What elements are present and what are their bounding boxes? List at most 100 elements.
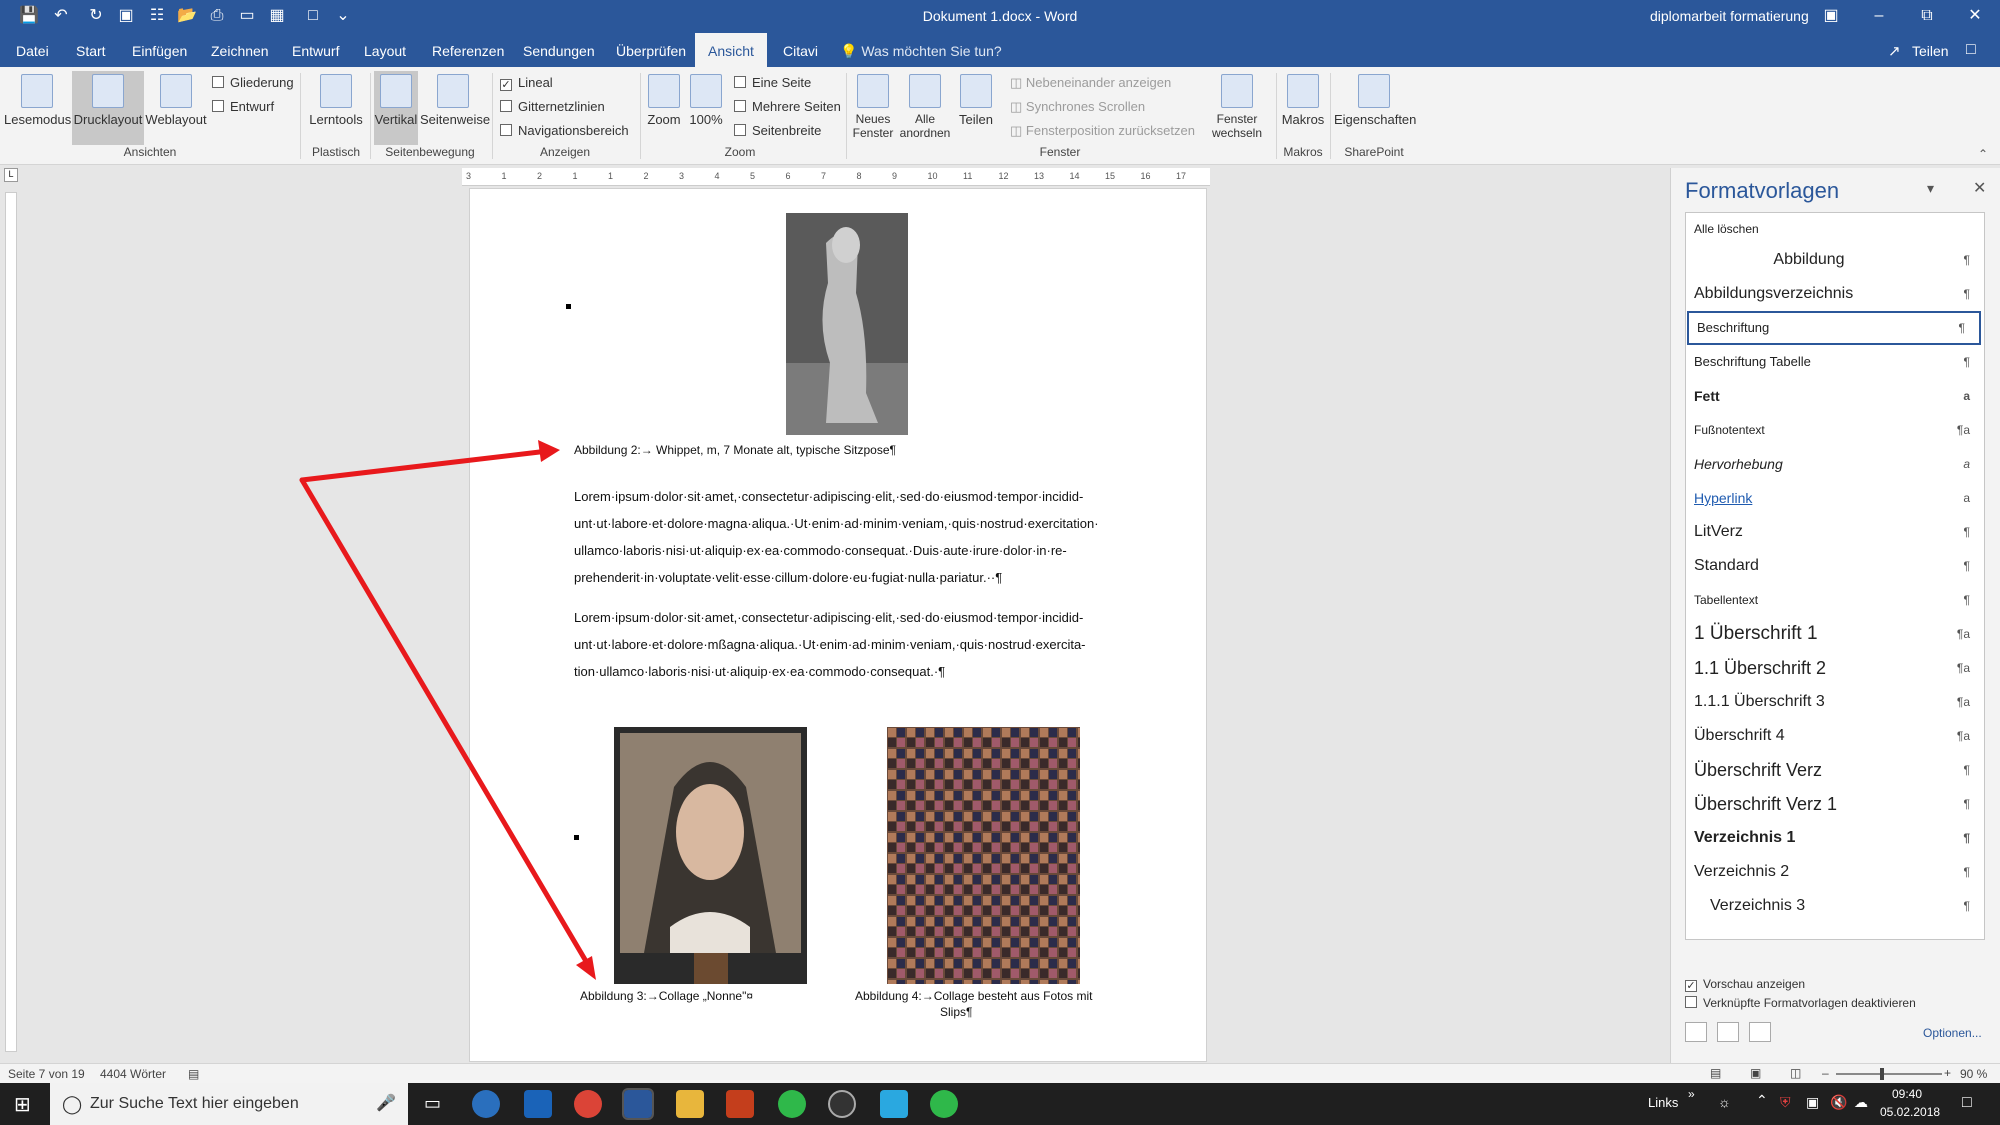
style-item[interactable]: Hervorhebung a xyxy=(1686,447,1984,481)
vertical-ruler[interactable] xyxy=(0,168,20,1065)
lerntools-button[interactable]: Lerntools xyxy=(306,71,366,145)
tab-referenzen[interactable]: Referenzen xyxy=(426,33,510,67)
ribbon-display-icon[interactable]: ▣ xyxy=(1816,4,1846,28)
style-item[interactable]: Hyperlink a xyxy=(1686,481,1984,515)
style-item[interactable]: Fett a xyxy=(1686,379,1984,413)
paragraph-line[interactable]: ullamco·laboris·nisi·ut·aliquip·ex·ea·co… xyxy=(574,543,1067,558)
eigenschaften-button[interactable]: Eigenschaften xyxy=(1334,71,1416,145)
word-count[interactable]: 4404 Wörter xyxy=(100,1067,166,1081)
share-icon[interactable]: ↗ xyxy=(1888,42,1901,60)
fensterposition-button[interactable]: ◫ Fensterposition zurücksetzen xyxy=(1010,121,1195,141)
teilen-button[interactable]: Teilen xyxy=(954,71,998,145)
new-style-icon[interactable] xyxy=(1685,1022,1707,1042)
tab-einfuegen[interactable]: Einfügen xyxy=(126,33,193,67)
volume-icon[interactable]: 🔇 xyxy=(1830,1094,1847,1111)
weblayout-button[interactable]: Weblayout xyxy=(144,71,208,145)
v-app-icon[interactable] xyxy=(880,1090,908,1118)
whatsapp-icon[interactable] xyxy=(778,1090,806,1118)
verknuepft-checkbox[interactable]: Verknüpfte Formatvorlagen deaktivieren xyxy=(1685,993,1916,1013)
paragraph-line[interactable]: Lorem·ipsum·dolor·sit·amet,·consectetur·… xyxy=(574,610,1083,625)
caption-abbildung-4-line-1[interactable]: Abbildung 4:→Collage besteht aus Fotos m… xyxy=(855,989,1092,1003)
caption-abbildung-2[interactable]: Abbildung 2:→ Whippet, m, 7 Monate alt, … xyxy=(574,443,896,457)
seitenbreite-button[interactable]: Seitenbreite xyxy=(734,121,821,141)
tab-datei[interactable]: Datei xyxy=(10,33,55,67)
caption-abbildung-3[interactable]: Abbildung 3:→Collage „Nonne"¤ xyxy=(580,989,753,1003)
style-item[interactable]: Verzeichnis 3 ¶ xyxy=(1686,889,1984,923)
task-view-icon[interactable]: ▭ xyxy=(424,1093,441,1114)
pane-close-icon[interactable]: ✕ xyxy=(1973,178,1986,198)
chrome-icon[interactable] xyxy=(574,1090,602,1118)
style-item[interactable]: Abbildungsverzeichnis ¶ xyxy=(1686,277,1984,311)
zoom-button[interactable]: Zoom xyxy=(644,71,684,145)
style-item[interactable]: Verzeichnis 1 ¶ xyxy=(1686,821,1984,855)
style-item[interactable]: Standard ¶ xyxy=(1686,549,1984,583)
clear-all-item[interactable]: Alle löschen xyxy=(1686,215,1984,243)
paragraph-line[interactable]: tion·ullamco·laboris·nisi·ut·aliquip·ex·… xyxy=(574,664,945,679)
document-page[interactable]: Abbildung 2:→ Whippet, m, 7 Monate alt, … xyxy=(469,188,1207,1062)
gitternetzlinien-checkbox[interactable]: Gitternetzlinien xyxy=(500,97,605,117)
tab-zeichnen[interactable]: Zeichnen xyxy=(205,33,275,67)
onedrive-icon[interactable]: ☁ xyxy=(1854,1094,1868,1111)
network-icon[interactable]: ▣ xyxy=(1806,1094,1819,1111)
whatsapp-icon[interactable] xyxy=(930,1090,958,1118)
tab-entwurf[interactable]: Entwurf xyxy=(286,33,345,67)
eine-seite-button[interactable]: Eine Seite xyxy=(734,73,811,93)
seitenweise-button[interactable]: Seitenweise xyxy=(420,71,490,145)
paragraph-line[interactable]: prehenderit·in·voluptate·velit·esse·cill… xyxy=(574,570,1002,585)
zoom-slider[interactable] xyxy=(1836,1073,1942,1075)
style-item[interactable]: 1.1 Überschrift 2 ¶a xyxy=(1686,651,1984,685)
zoom-in-icon[interactable]: + xyxy=(1944,1066,1951,1080)
horizontal-ruler[interactable]: 3 1 2 1 1 2 3 4 5 6 7 8 9 10 11 12 13 14 15 16 17 xyxy=(462,168,1210,186)
nebeneinander-button[interactable]: ◫ Nebeneinander anzeigen xyxy=(1010,73,1171,93)
caption-abbildung-4-line-2[interactable]: Slips¶ xyxy=(940,1005,972,1019)
lineal-checkbox[interactable]: ✓ Lineal xyxy=(500,73,553,93)
word-icon[interactable] xyxy=(622,1088,654,1120)
windows-start-icon[interactable]: ⊞ xyxy=(14,1092,31,1117)
print-layout-view-icon[interactable]: ▣ xyxy=(1750,1066,1761,1080)
makros-button[interactable]: Makros xyxy=(1280,71,1326,145)
chevron-icon[interactable]: » xyxy=(1688,1087,1695,1101)
zoom-100-button[interactable]: 100% xyxy=(686,71,726,145)
tab-stop-selector[interactable]: L xyxy=(4,168,18,182)
style-item[interactable]: Abbildung ¶ xyxy=(1686,243,1984,277)
comments-icon[interactable]: □ xyxy=(1966,41,1976,59)
clock-time[interactable]: 09:40 xyxy=(1892,1087,1922,1101)
tab-ansicht[interactable]: Ansicht xyxy=(695,33,767,67)
vertikal-button[interactable]: Vertikal xyxy=(374,71,418,145)
style-item-selected[interactable]: Beschriftung ¶ xyxy=(1687,311,1981,345)
pane-options-icon[interactable]: ▾ xyxy=(1927,180,1934,197)
manage-styles-icon[interactable] xyxy=(1749,1022,1771,1042)
style-item[interactable]: Tabellentext ¶ xyxy=(1686,583,1984,617)
skype-icon[interactable] xyxy=(472,1090,500,1118)
restore-button[interactable]: ⧉ xyxy=(1912,4,1942,28)
taskbar-search[interactable]: ◯ Zur Suche Text hier eingeben 🎤 xyxy=(50,1083,408,1125)
style-item[interactable]: Überschrift Verz 1 ¶ xyxy=(1686,787,1984,821)
paragraph-line[interactable]: unt·ut·labore·et·dolore·magna·aliqua.·Ut… xyxy=(574,516,1099,531)
fenster-wechseln-button[interactable]: Fenster wechseln xyxy=(1202,71,1272,145)
style-item[interactable]: 1.1.1 Überschrift 3 ¶a xyxy=(1686,685,1984,719)
minimize-button[interactable]: – xyxy=(1864,4,1894,28)
vorschau-checkbox[interactable]: ✓ Vorschau anzeigen xyxy=(1685,974,1805,994)
drucklayout-button[interactable]: Drucklayout xyxy=(72,71,144,145)
close-button[interactable]: ✕ xyxy=(1960,4,1990,28)
style-item[interactable]: 1 Überschrift 1 ¶a xyxy=(1686,617,1984,651)
read-mode-view-icon[interactable]: ▤ xyxy=(1710,1066,1721,1080)
mehrere-seiten-button[interactable]: Mehrere Seiten xyxy=(734,97,841,117)
zoom-level[interactable]: 90 % xyxy=(1960,1067,1987,1081)
gliederung-button[interactable]: Gliederung xyxy=(212,73,294,93)
style-item[interactable]: Überschrift 4 ¶a xyxy=(1686,719,1984,753)
notifications-icon[interactable]: □ xyxy=(1962,1094,1972,1112)
zoom-out-icon[interactable]: – xyxy=(1822,1066,1829,1080)
tell-me-box[interactable]: 💡 Was möchten Sie tun? xyxy=(840,33,1002,67)
lesemodus-button[interactable]: Lesemodus xyxy=(4,71,71,145)
tab-ueberpruefen[interactable]: Überprüfen xyxy=(610,33,692,67)
tray-expand-icon[interactable]: ⌃ xyxy=(1756,1092,1768,1109)
app-icon[interactable] xyxy=(828,1090,856,1118)
links-toolbar[interactable]: Links xyxy=(1648,1095,1678,1110)
share-button[interactable]: Teilen xyxy=(1912,33,1949,69)
alle-anordnen-button[interactable]: Alle anordnen xyxy=(898,71,952,145)
style-item[interactable]: Fußnotentext ¶a xyxy=(1686,413,1984,447)
zoom-slider-thumb[interactable] xyxy=(1880,1068,1884,1080)
style-inspector-icon[interactable] xyxy=(1717,1022,1739,1042)
style-item[interactable]: Beschriftung Tabelle ¶ xyxy=(1686,345,1984,379)
